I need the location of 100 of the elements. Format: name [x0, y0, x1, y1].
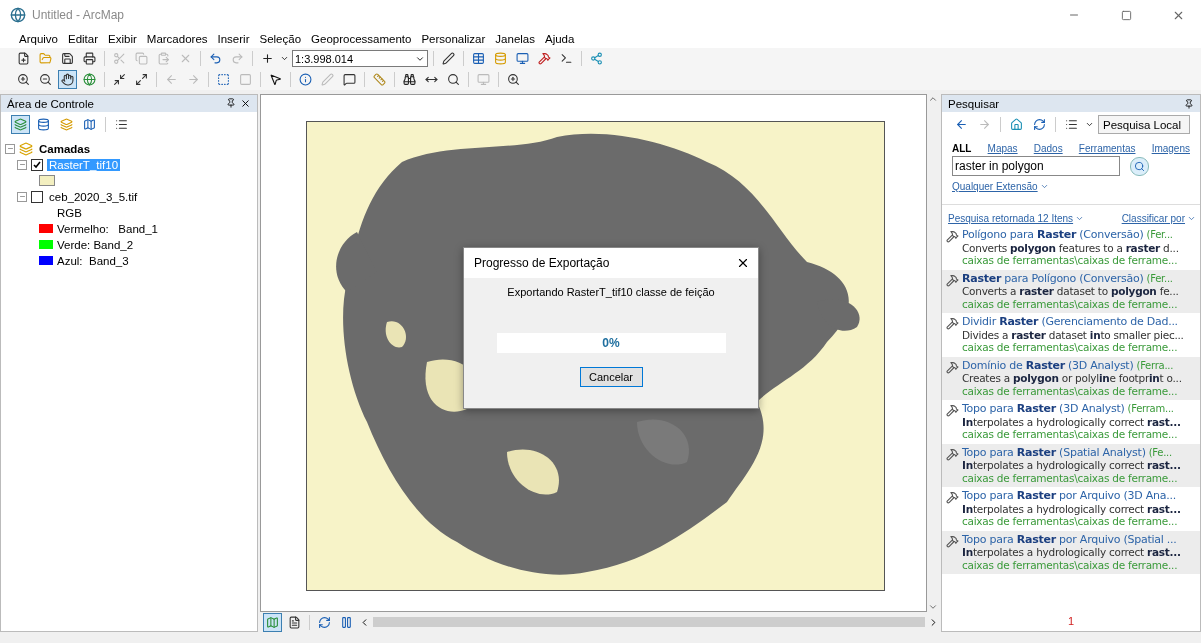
- search-field[interactable]: raster in polygon: [952, 156, 1120, 176]
- result-description: Interpolates a hydrologically correct rast...: [962, 415, 1181, 428]
- result-description: Interpolates a hydrologically correct rast...: [962, 502, 1181, 515]
- panel-title: Pesquisar: [948, 97, 1000, 110]
- horizontal-scrollbar[interactable]: [373, 617, 925, 627]
- scale-dropdown[interactable]: 1:3.998.014: [292, 50, 428, 67]
- result-path: caixas de ferramentas\caixas de ferrame...: [962, 558, 1179, 571]
- menu-item[interactable]: Personalizar: [416, 33, 491, 45]
- menu-item[interactable]: Arquivo: [14, 33, 63, 45]
- result-description: Converts a raster dataset to polygon fe...: [962, 285, 1179, 298]
- hammer-icon: [946, 534, 959, 548]
- pin-icon[interactable]: [1184, 98, 1194, 109]
- caret-icon[interactable]: [1075, 214, 1085, 223]
- filter-link[interactable]: Ferramentas: [1078, 143, 1136, 154]
- result-description: Creates a polygon or polyline footprint o...: [962, 372, 1182, 385]
- hammer-icon: [946, 447, 959, 461]
- search-icon[interactable]: [1130, 156, 1149, 176]
- results-count-link[interactable]: Pesquisa retornada 12 Itens: [948, 213, 1085, 224]
- filter-link[interactable]: Dados: [1033, 143, 1063, 154]
- result-toolbox: (Fer...: [1146, 229, 1173, 242]
- hammer-icon: [946, 491, 959, 504]
- hammer-icon: [946, 273, 959, 287]
- layer-checkbox[interactable]: [31, 158, 43, 171]
- legend-heading: RGB: [57, 206, 82, 219]
- result-title[interactable]: Topo para Raster por Arquivo (3D Ana...: [962, 490, 1176, 503]
- pin-icon[interactable]: [226, 98, 236, 108]
- result-title[interactable]: Topo para Raster (Spatial Analyst): [962, 446, 1146, 459]
- menu-item[interactable]: Editar: [63, 33, 104, 45]
- extent-link[interactable]: Qualquer Extensão: [952, 181, 1049, 192]
- close-icon[interactable]: [240, 98, 251, 109]
- filter-link[interactable]: ALL: [952, 143, 972, 154]
- result-path: caixas de ferramentas\caixas de ferrame...: [962, 297, 1179, 310]
- result-title[interactable]: Topo para Raster (3D Analyst): [962, 403, 1125, 416]
- result-title[interactable]: Topo para Raster por Arquivo (Spatial ...: [962, 533, 1177, 546]
- print-icon[interactable]: [80, 49, 99, 68]
- scroll-down-icon[interactable]: [928, 602, 938, 612]
- result-path: caixas de ferramentas\caixas de ferrame...: [962, 471, 1179, 484]
- result-item[interactable]: Topo para Raster (Spatial Analyst) (Fe... Interpolates a hydrologically correct rast... caixas de ferramentas\caixas de ferrame...: [942, 443, 1200, 487]
- hammer-icon: [946, 404, 959, 417]
- menu-item[interactable]: Seleção: [254, 33, 307, 45]
- filter-link[interactable]: Mapas: [987, 143, 1018, 154]
- layer-group-label[interactable]: Camadas: [37, 142, 93, 155]
- caret-icon[interactable]: [1187, 214, 1196, 223]
- sort-link[interactable]: Classificar por: [1121, 213, 1196, 224]
- progress-reading: 0%: [602, 336, 620, 350]
- scroll-up-icon[interactable]: [928, 94, 938, 104]
- result-description: Divides a raster dataset into smaller piec...: [962, 328, 1184, 341]
- page-number[interactable]: 1: [1067, 611, 1075, 631]
- caret-icon[interactable]: [1085, 120, 1094, 129]
- result-description: Interpolates a hydrologically correct rast...: [962, 546, 1181, 559]
- menu-item[interactable]: Geoprocessamento: [306, 33, 417, 45]
- legend-label: Azul: Band_3: [57, 254, 129, 267]
- result-title[interactable]: Raster para Polígono (Conversão): [962, 272, 1144, 285]
- window-title: Untitled - ArcMap: [32, 8, 126, 22]
- measure-icon[interactable]: [370, 70, 389, 89]
- result-toolbox: (Fe...: [1148, 446, 1172, 459]
- info-icon[interactable]: [296, 70, 315, 89]
- legend-label: Vermelho: Band_1: [57, 222, 158, 235]
- result-item[interactable]: Raster para Polígono (Conversão) (Fer... Converts a raster dataset to polygon fe... caixas de ferramentas\caixas de ferrame...: [942, 269, 1200, 313]
- panel-title: Área de Controle: [7, 97, 94, 110]
- layer-checkbox[interactable]: [31, 190, 43, 203]
- result-toolbox: (Ferra...: [1136, 359, 1174, 372]
- layer-label[interactable]: ceb_2020_3_5.tif: [47, 190, 140, 203]
- result-title[interactable]: Polígono para Raster (Conversão): [962, 229, 1144, 242]
- scope-dropdown[interactable]: Pesquisa Local: [1098, 115, 1190, 134]
- result-item[interactable]: Domínio de Raster (3D Analyst) (Ferra... Creates a polygon or polyline footprint o... caixas de ferramentas\caixas de ferrame...: [942, 356, 1200, 400]
- pan-icon[interactable]: [58, 70, 77, 89]
- result-path: caixas de ferramentas\caixas de ferrame...: [962, 515, 1179, 528]
- result-path: caixas de ferramentas\caixas de ferrame...: [962, 384, 1179, 397]
- close-icon[interactable]: [736, 256, 750, 270]
- hammer-icon: [946, 360, 959, 374]
- menu-item[interactable]: Inserir: [212, 33, 255, 45]
- result-path: caixas de ferramentas\caixas de ferrame...: [962, 254, 1179, 267]
- filter-link[interactable]: Imagens: [1151, 143, 1190, 154]
- result-path: caixas de ferramentas\caixas de ferrame...: [962, 341, 1179, 354]
- result-path: caixas de ferramentas\caixas de ferrame...: [962, 428, 1179, 441]
- dialog-title: Progresso de Exportação: [474, 256, 610, 270]
- result-toolbox: (Ferram...: [1127, 403, 1174, 416]
- layers-icon: [19, 141, 33, 156]
- caret-icon[interactable]: [1039, 182, 1049, 191]
- dialog-message: Exportando RasterT_tif10 classe de feição: [507, 286, 715, 298]
- result-title[interactable]: Dividir Raster (Gerenciamento de Dad...: [962, 316, 1178, 329]
- hammer-icon: [946, 230, 959, 243]
- result-toolbox: (Fer...: [1146, 272, 1173, 285]
- hammer-icon: [946, 317, 959, 330]
- cancel-button[interactable]: Cancelar: [579, 367, 643, 387]
- result-description: Converts polygon features to a raster d...: [962, 241, 1179, 254]
- menu-item[interactable]: Ajuda: [540, 33, 580, 45]
- legend-label: Verde: Band_2: [57, 238, 134, 251]
- app-logo-icon: [10, 7, 26, 23]
- result-description: Interpolates a hydrologically correct rast...: [962, 459, 1181, 472]
- pen-icon[interactable]: [439, 49, 458, 68]
- menu-item[interactable]: Janelas: [490, 33, 540, 45]
- result-item[interactable]: Topo para Raster por Arquivo (Spatial ... Interpolates a hydrologically correct rast... caixas de ferramentas\caixas de ferrame...: [942, 530, 1200, 574]
- menu-item[interactable]: Exibir: [103, 33, 142, 45]
- menu-item[interactable]: Marcadores: [141, 33, 213, 45]
- maximize-icon[interactable]: [1120, 9, 1132, 21]
- caret-icon[interactable]: [280, 54, 289, 63]
- globe-icon[interactable]: [80, 70, 99, 89]
- result-title[interactable]: Domínio de Raster (3D Analyst): [962, 359, 1134, 372]
